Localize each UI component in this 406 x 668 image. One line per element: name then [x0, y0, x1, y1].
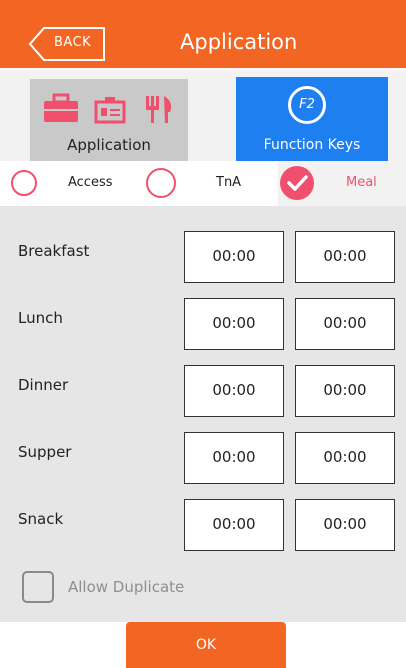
breakfast-start-time[interactable]: 00:00	[184, 231, 284, 283]
radio-access-label[interactable]: Access	[68, 175, 113, 190]
back-button[interactable]: BACK	[28, 26, 106, 61]
meal-name: Breakfast	[18, 242, 90, 260]
meal-settings: Breakfast 00:00 00:00 Lunch 00:00 00:00 …	[0, 206, 406, 622]
dinner-start-time[interactable]: 00:00	[184, 365, 284, 417]
snack-start-time[interactable]: 00:00	[184, 499, 284, 551]
allow-duplicate-label[interactable]: Allow Duplicate	[68, 578, 184, 596]
tile-row: Application F2 Function Keys	[0, 71, 406, 161]
app-header: BACK Application	[0, 0, 406, 68]
meal-name: Supper	[18, 443, 72, 461]
tile-application[interactable]: Application	[30, 79, 188, 161]
tile-function-keys[interactable]: F2 Function Keys	[236, 77, 388, 161]
radio-meal[interactable]	[280, 166, 314, 200]
meal-name: Dinner	[18, 376, 69, 394]
radio-access[interactable]	[11, 170, 37, 196]
supper-start-time[interactable]: 00:00	[184, 432, 284, 484]
radio-meal-label[interactable]: Meal	[346, 175, 377, 190]
radio-tna[interactable]	[146, 168, 176, 198]
page-title: Application	[180, 30, 298, 54]
lunch-start-time[interactable]: 00:00	[184, 298, 284, 350]
tile-application-label: Application	[67, 136, 151, 154]
id-card-icon	[94, 97, 126, 124]
f2-badge-icon: F2	[288, 86, 326, 124]
tile-application-icons	[42, 92, 176, 124]
ok-button[interactable]: OK	[126, 622, 286, 668]
checkmark-icon	[287, 175, 308, 191]
snack-end-time[interactable]: 00:00	[295, 499, 395, 551]
supper-end-time[interactable]: 00:00	[295, 432, 395, 484]
meal-name: Snack	[18, 510, 64, 528]
meal-name: Lunch	[18, 309, 63, 327]
lunch-end-time[interactable]: 00:00	[295, 298, 395, 350]
back-label: BACK	[54, 35, 92, 50]
radio-tna-label[interactable]: TnA	[216, 175, 241, 190]
breakfast-end-time[interactable]: 00:00	[295, 231, 395, 283]
allow-duplicate-checkbox[interactable]	[22, 571, 54, 603]
tile-function-keys-label: Function Keys	[263, 137, 361, 153]
dinner-end-time[interactable]: 00:00	[295, 365, 395, 417]
fork-knife-icon	[146, 96, 172, 123]
mode-radio-row: Access TnA Meal	[0, 161, 406, 206]
footer: OK	[0, 622, 406, 668]
briefcase-icon	[44, 93, 78, 122]
